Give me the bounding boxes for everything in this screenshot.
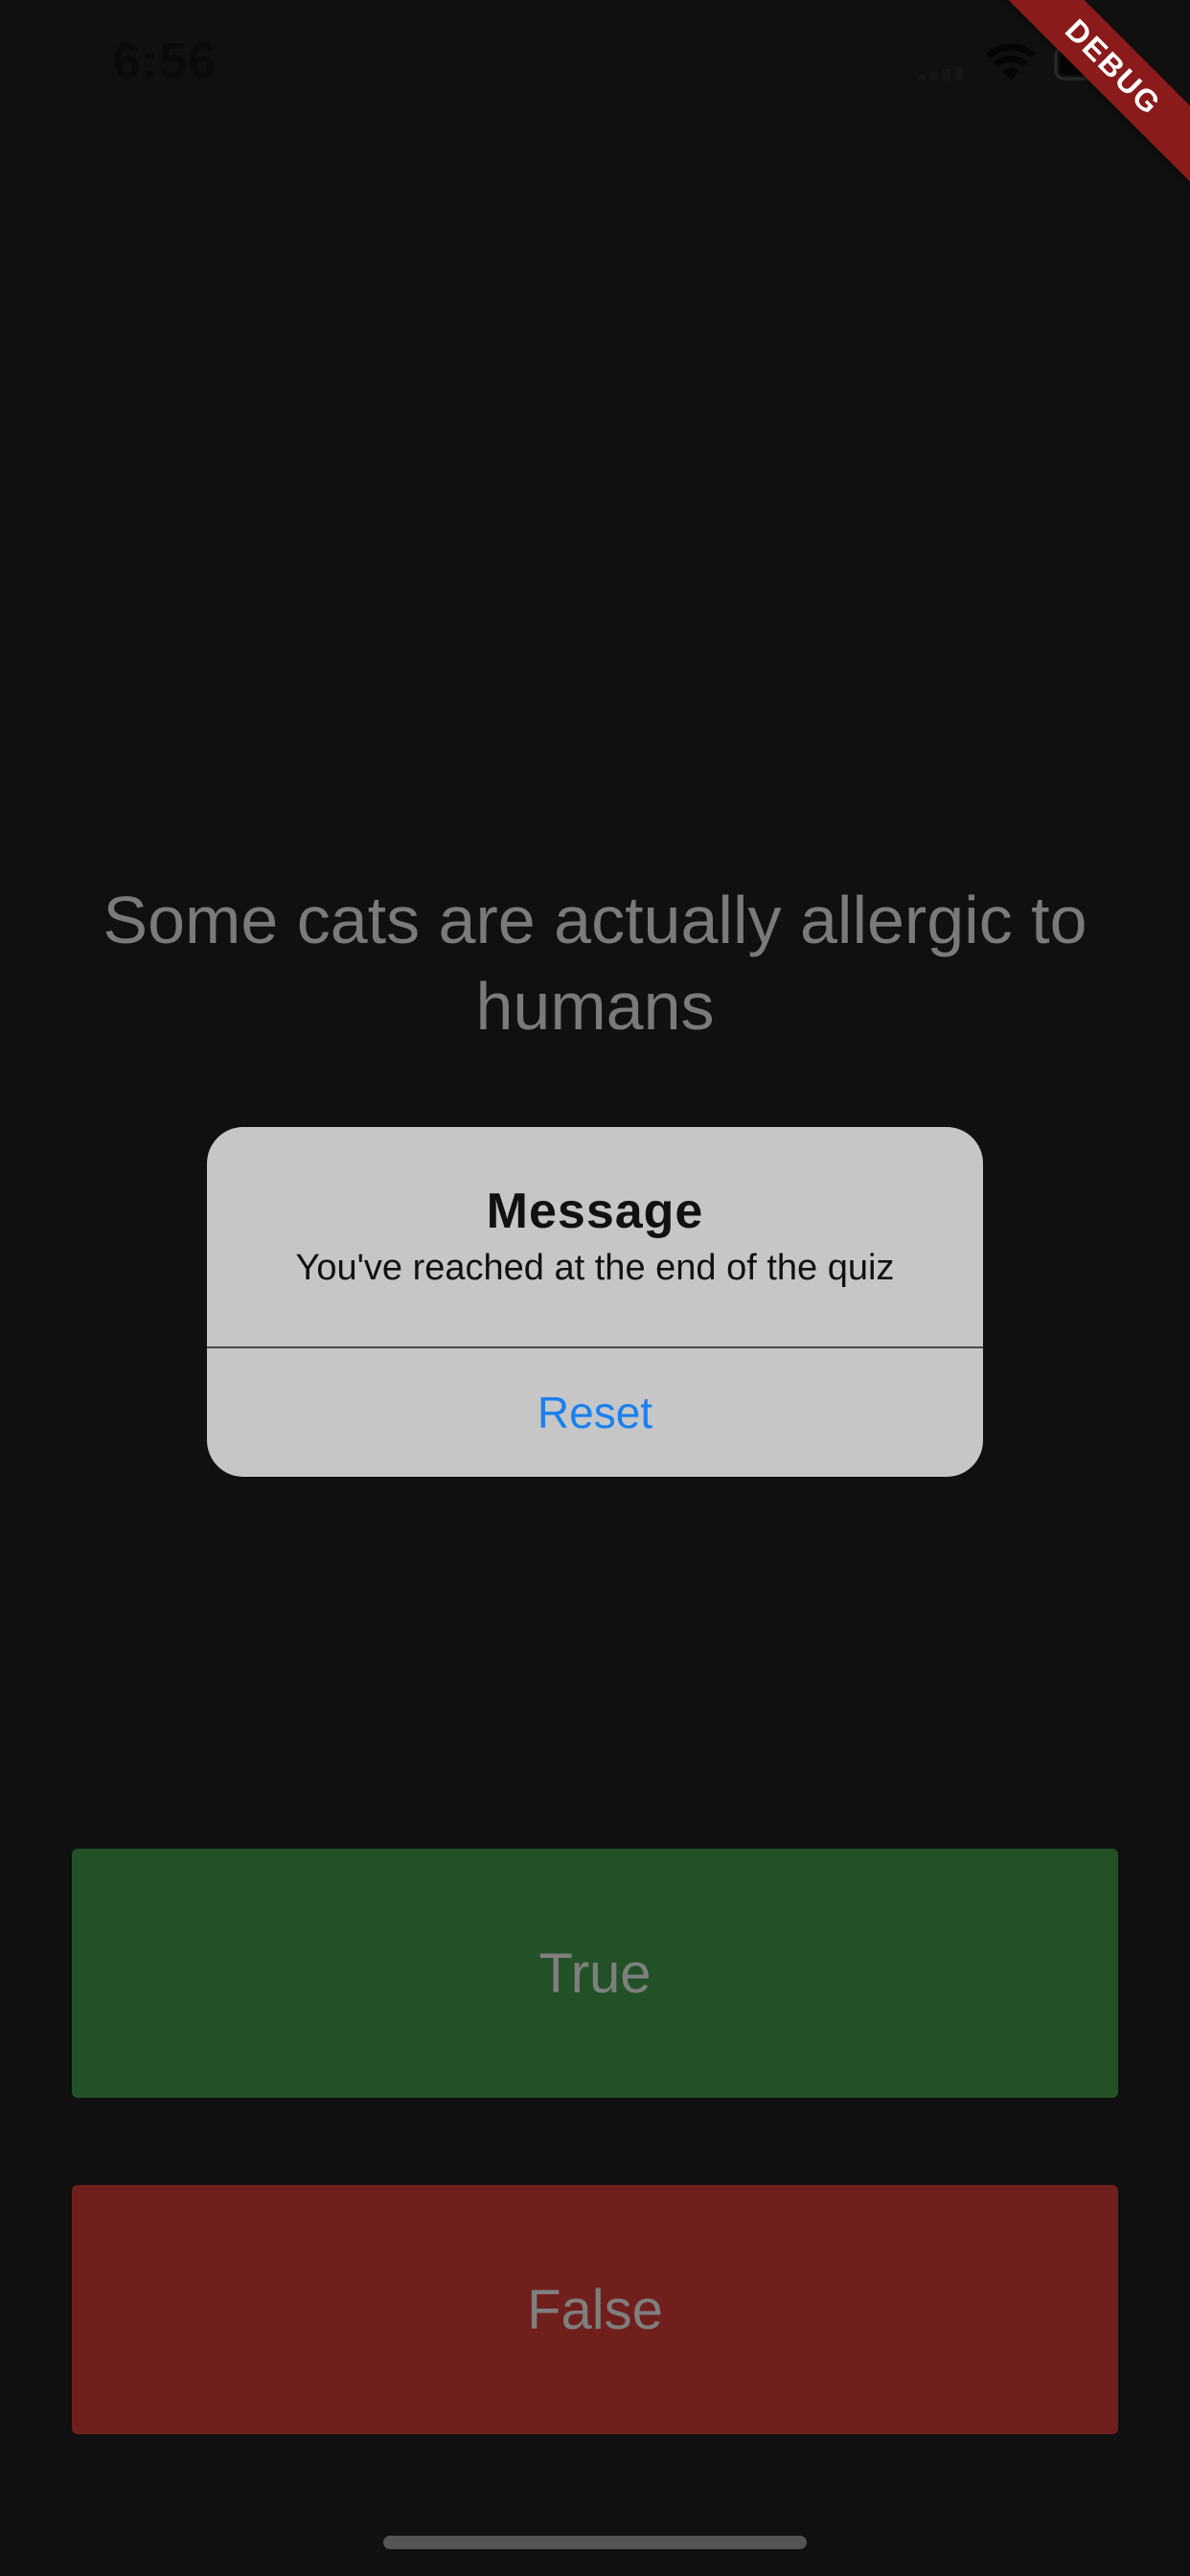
- wifi-icon: [986, 44, 1036, 80]
- question-text: Some cats are actually allergic to human…: [103, 883, 1087, 1044]
- dialog-title: Message: [486, 1184, 704, 1239]
- alert-dialog: Message You've reached at the end of the…: [207, 1127, 983, 1477]
- false-button[interactable]: False: [72, 2185, 1118, 2434]
- signal-icon: [918, 67, 963, 80]
- status-time: 6:56: [113, 34, 217, 89]
- true-button[interactable]: True: [72, 1849, 1118, 2098]
- quiz-screen: 6:56 DEBUG Some cats are actually allerg…: [0, 0, 1190, 2576]
- reset-button[interactable]: Reset: [207, 1348, 983, 1477]
- status-bar: 6:56: [0, 0, 1190, 134]
- home-indicator[interactable]: [383, 2536, 807, 2549]
- dialog-message: You've reached at the end of the quiz: [295, 1248, 895, 1288]
